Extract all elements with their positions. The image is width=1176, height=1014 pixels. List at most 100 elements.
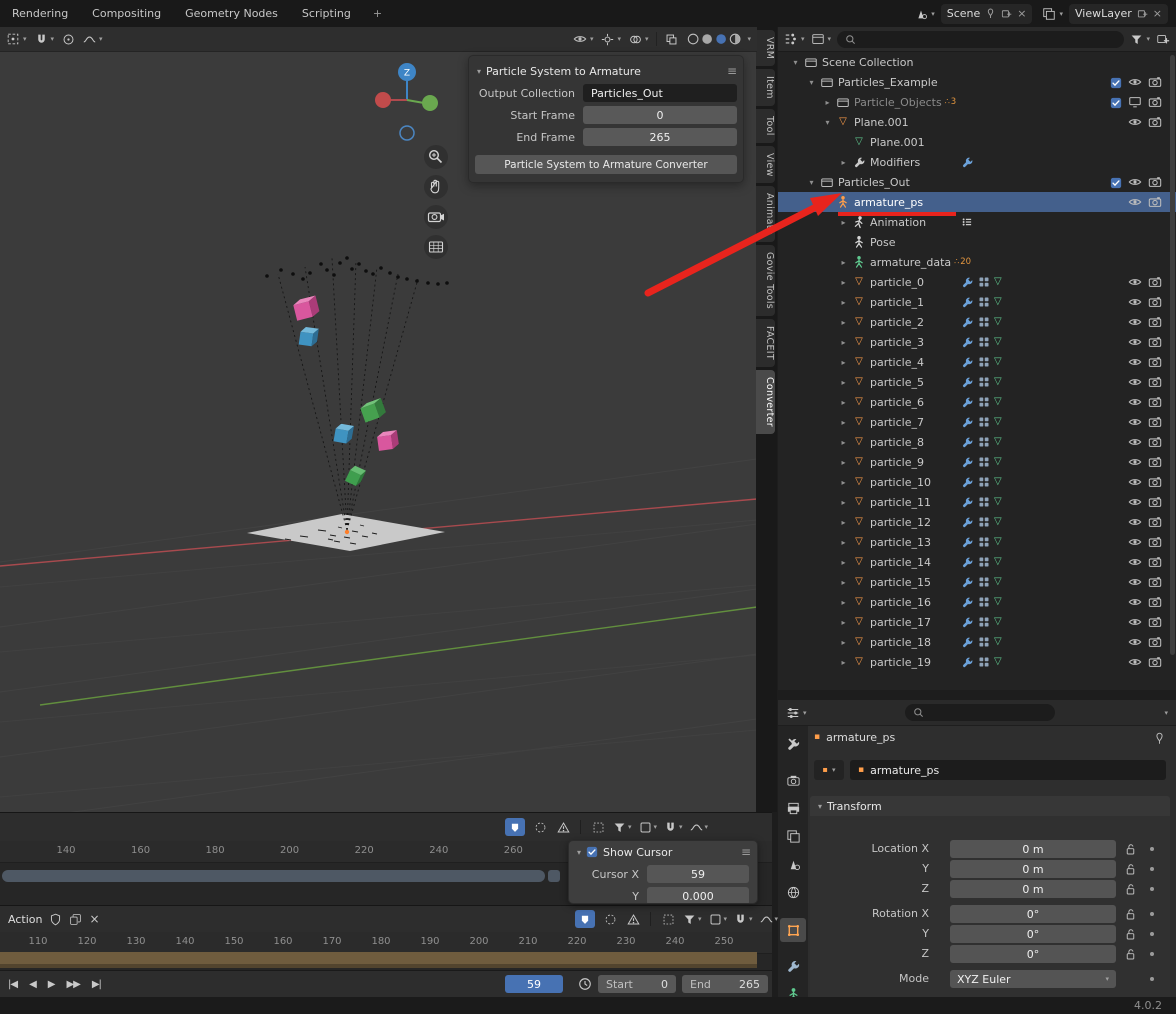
- expander-icon[interactable]: ▸: [837, 558, 850, 567]
- transform-row-field[interactable]: 0°: [950, 925, 1116, 943]
- eye-icon[interactable]: [1128, 595, 1142, 609]
- checkbox-checked-icon[interactable]: [1110, 177, 1122, 189]
- camera-toggle[interactable]: [1148, 75, 1162, 89]
- eye-icon[interactable]: [1128, 655, 1142, 669]
- transform-panel-header[interactable]: ▾ Transform: [810, 796, 1170, 816]
- timeline-warning-button[interactable]: [555, 818, 571, 836]
- outliner-editor-type-button[interactable]: ▾: [784, 32, 805, 46]
- outliner-row-particle_0[interactable]: ▸▽particle_0▽: [778, 272, 1176, 292]
- camera-icon[interactable]: [1148, 455, 1162, 469]
- camera-icon[interactable]: [1148, 415, 1162, 429]
- checkbox-checked-icon[interactable]: [1110, 97, 1122, 109]
- viewlayer-selector[interactable]: ViewLayer ×: [1069, 4, 1168, 24]
- eye-icon[interactable]: [1128, 515, 1142, 529]
- camera-icon[interactable]: [1148, 275, 1162, 289]
- timeline-snap-button[interactable]: ▾: [664, 818, 683, 836]
- camera-icon[interactable]: [1148, 95, 1162, 109]
- camera-toggle[interactable]: [1148, 395, 1162, 409]
- eye-icon[interactable]: [1128, 635, 1142, 649]
- action-onion-skin-button[interactable]: [602, 910, 618, 928]
- action-name[interactable]: Action: [8, 913, 42, 926]
- workspace-tab-compositing[interactable]: Compositing: [80, 0, 173, 27]
- transform-row-field[interactable]: 0°: [950, 905, 1116, 923]
- panel-menu-icon[interactable]: ≡: [741, 845, 751, 859]
- expander-icon[interactable]: ▸: [837, 158, 850, 167]
- camera-toggle[interactable]: [1148, 535, 1162, 549]
- eye-toggle[interactable]: [1128, 375, 1142, 389]
- close-icon[interactable]: ×: [1017, 7, 1026, 20]
- eye-toggle[interactable]: [1128, 555, 1142, 569]
- camera-icon[interactable]: [1148, 575, 1162, 589]
- eye-icon[interactable]: [1128, 615, 1142, 629]
- current-frame-field[interactable]: 59: [505, 975, 563, 993]
- timeline-playhead-button[interactable]: [505, 818, 525, 836]
- panel-collapse-icon[interactable]: ▾: [577, 848, 581, 857]
- expander-icon[interactable]: ▸: [837, 258, 850, 267]
- cursor-y-field[interactable]: 0.000: [647, 887, 749, 904]
- eye-toggle[interactable]: [1128, 335, 1142, 349]
- transform-row-field[interactable]: 0 m: [950, 840, 1116, 858]
- action-warning-button[interactable]: [625, 910, 641, 928]
- camera-toggle[interactable]: [1148, 515, 1162, 529]
- camera-toggle[interactable]: [1148, 595, 1162, 609]
- outliner-row-particle_12[interactable]: ▸▽particle_12▽: [778, 512, 1176, 532]
- viewport-header-left-tools[interactable]: ▾▾▾: [6, 32, 103, 46]
- eye-icon[interactable]: [1128, 375, 1142, 389]
- browse-viewlayer-button[interactable]: ▾: [1042, 7, 1063, 21]
- timeline-view-menu-button[interactable]: ▾: [639, 818, 658, 836]
- camera-icon[interactable]: [1148, 535, 1162, 549]
- properties-tab-tool[interactable]: [780, 732, 806, 756]
- object-type-dropdown[interactable]: ▪▾: [814, 760, 844, 780]
- expander-icon[interactable]: ▾: [805, 78, 818, 87]
- eye-toggle[interactable]: [1128, 275, 1142, 289]
- animate-dot-icon[interactable]: [1148, 930, 1156, 938]
- new-viewlayer-icon[interactable]: [1137, 8, 1148, 19]
- eye-toggle[interactable]: [1128, 195, 1142, 209]
- eye-icon[interactable]: [1128, 295, 1142, 309]
- workspace-tab-geometry-nodes[interactable]: Geometry Nodes: [173, 0, 290, 27]
- eye-icon[interactable]: [1128, 395, 1142, 409]
- add-workspace-button[interactable]: +: [363, 7, 392, 20]
- viewport-3d[interactable]: Z ▾▾▾ ▾▾▾▾ ▾ Particle System to Armature…: [0, 27, 757, 812]
- expander-icon[interactable]: ▸: [837, 318, 850, 327]
- animate-dot-icon[interactable]: [1148, 910, 1156, 918]
- outliner-filter-button[interactable]: ▾: [1130, 33, 1150, 46]
- outliner-row-particle_15[interactable]: ▸▽particle_15▽: [778, 572, 1176, 592]
- transform-row-field[interactable]: 0 m: [950, 860, 1116, 878]
- camera-toggle[interactable]: [1148, 375, 1162, 389]
- expander-icon[interactable]: ▸: [837, 638, 850, 647]
- expander-icon[interactable]: ▸: [837, 538, 850, 547]
- outliner-row-particle_13[interactable]: ▸▽particle_13▽: [778, 532, 1176, 552]
- timeline-normalize-button[interactable]: [590, 818, 606, 836]
- timeline-onion-skin-button[interactable]: [532, 818, 548, 836]
- properties-options-icon[interactable]: ▾: [1164, 709, 1168, 717]
- eye-toggle[interactable]: [1128, 395, 1142, 409]
- eye-icon[interactable]: [1128, 275, 1142, 289]
- properties-tab-output[interactable]: [780, 796, 806, 820]
- visibility-dropdown[interactable]: ▾: [573, 32, 594, 46]
- screen-toggle[interactable]: [1128, 95, 1142, 109]
- camera-icon[interactable]: [1148, 435, 1162, 449]
- transform-row-field[interactable]: 0°: [950, 945, 1116, 963]
- pin-icon[interactable]: [1153, 731, 1166, 745]
- unlink-action-button[interactable]: ×: [89, 912, 99, 926]
- camera-icon[interactable]: [1148, 195, 1162, 209]
- camera-toggle[interactable]: [1148, 615, 1162, 629]
- camera-toggle[interactable]: [1148, 415, 1162, 429]
- outliner-scrollbar[interactable]: [1170, 55, 1175, 655]
- outliner-row-animation[interactable]: ▸Animation: [778, 212, 1176, 232]
- camera-icon[interactable]: [1148, 395, 1162, 409]
- new-scene-icon[interactable]: [1001, 8, 1012, 19]
- sidebar-tab-faceit[interactable]: FACEIT: [756, 319, 775, 367]
- action-playhead-button[interactable]: [575, 910, 595, 928]
- action-normalize-button[interactable]: [660, 910, 676, 928]
- xray-toggle[interactable]: [665, 33, 678, 46]
- outliner-row-particle_19[interactable]: ▸▽particle_19▽: [778, 652, 1176, 672]
- camera-toggle[interactable]: [1148, 175, 1162, 189]
- action-proportional-button[interactable]: ▾: [760, 910, 779, 928]
- outliner-row-particle_2[interactable]: ▸▽particle_2▽: [778, 312, 1176, 332]
- eye-icon[interactable]: [1128, 75, 1142, 89]
- outliner-row-particle_11[interactable]: ▸▽particle_11▽: [778, 492, 1176, 512]
- eye-icon[interactable]: [1128, 415, 1142, 429]
- eye-icon[interactable]: [1128, 535, 1142, 549]
